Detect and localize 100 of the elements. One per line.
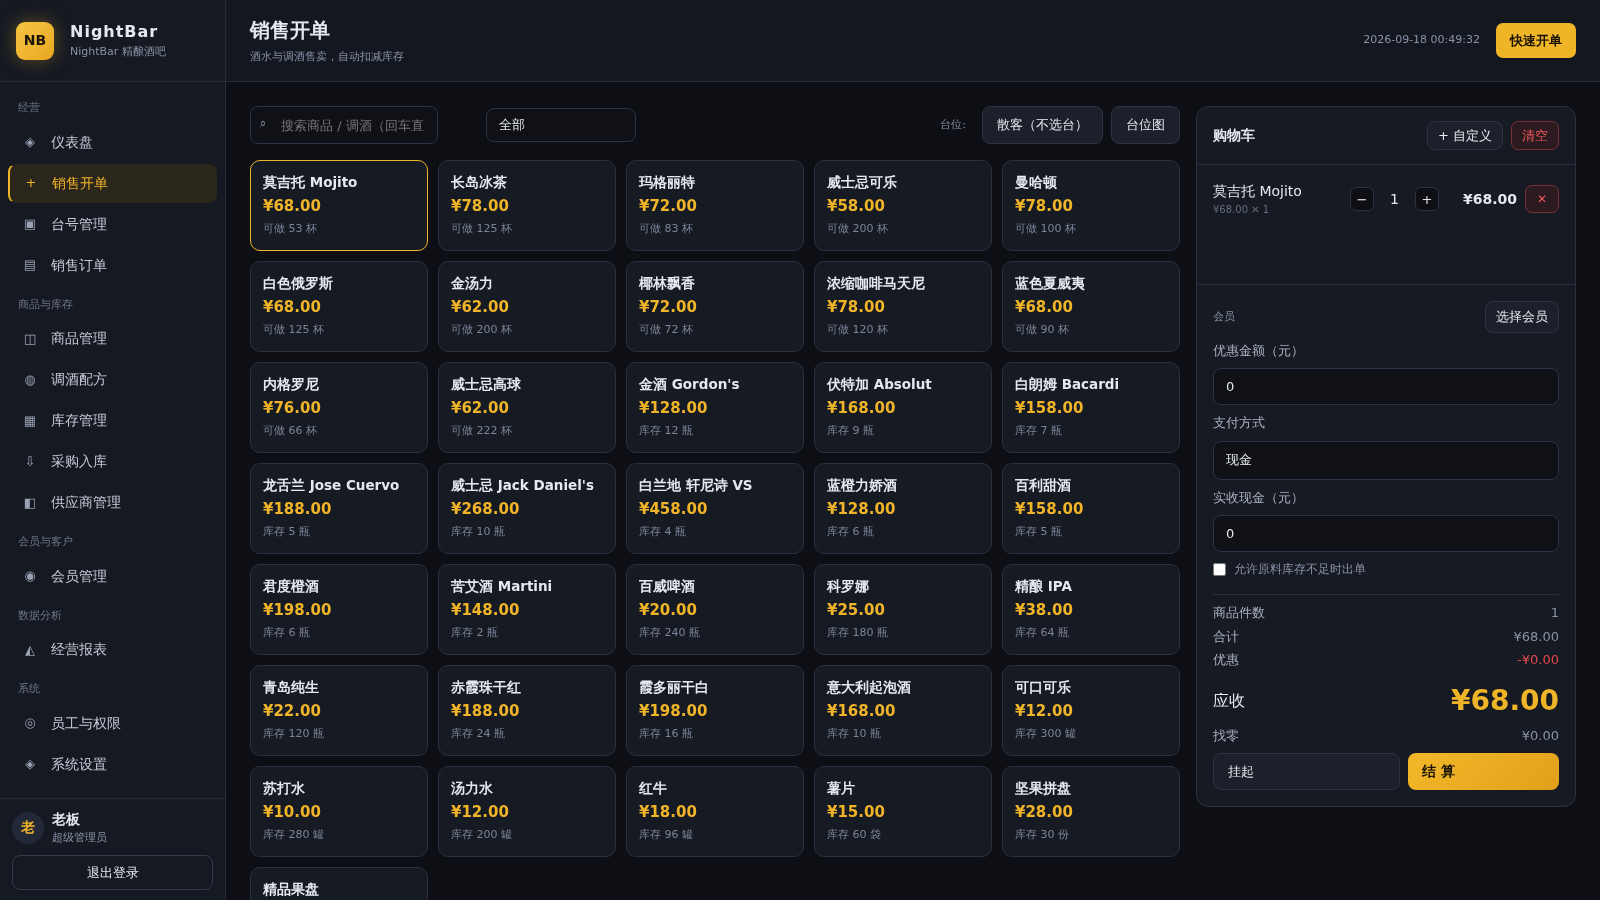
product-card[interactable]: 椰林飘香 ¥72.00 可做 72 杯 [626,261,804,352]
logout-button[interactable]: 退出登录 [12,854,213,890]
product-card[interactable]: 薯片 ¥15.00 库存 60 袋 [814,766,992,857]
sidebar-item[interactable]: ▣ 台号管理 [8,204,217,244]
product-name: 威士忌 Jack Daniel's [451,476,596,495]
product-card[interactable]: 玛格丽特 ¥72.00 可做 83 杯 [626,160,804,251]
table-label: 台位: [940,116,966,133]
product-price: ¥10.00 [263,802,322,824]
product-stock: 库存 16 瓶 [639,725,694,742]
sidebar-item[interactable]: ▤ 销售订单 [8,245,217,285]
product-price: ¥12.00 [451,802,510,824]
product-name: 意大利起泡酒 [827,678,912,697]
sidebar-item[interactable]: ◫ 商品管理 [8,319,217,358]
product-card[interactable]: 龙舌兰 Jose Cuervo ¥188.00 库存 5 瓶 [250,463,428,554]
cart-title: 购物车 [1213,126,1256,145]
product-card[interactable]: 金酒 Gordon's ¥128.00 库存 12 瓶 [626,362,804,453]
product-card[interactable]: 白色俄罗斯 ¥68.00 可做 125 杯 [250,261,428,352]
product-card[interactable]: 意大利起泡酒 ¥168.00 库存 10 瓶 [814,665,992,756]
product-card[interactable]: 威士忌可乐 ¥58.00 可做 200 杯 [814,160,992,251]
product-card[interactable]: 君度橙酒 ¥198.00 库存 6 瓶 [250,564,428,655]
product-name: 白兰地 轩尼诗 VS [639,476,754,495]
product-price: ¥25.00 [827,600,886,622]
table-select-button[interactable]: 散客（不选台） [982,106,1103,144]
product-card[interactable]: 曼哈顿 ¥78.00 可做 100 杯 [1002,160,1180,251]
product-price: ¥72.00 [639,196,698,218]
checkout-button[interactable]: 结 算 [1408,753,1559,790]
product-card[interactable]: 内格罗尼 ¥76.00 可做 66 杯 [250,362,428,453]
sidebar-item[interactable]: ◎ 员工与权限 [8,703,217,743]
sidebar-item[interactable]: ◈ 仪表盘 [8,122,217,162]
menu-icon: ▣ [23,214,37,234]
page-subtitle: 酒水与调酒售卖，自动扣减库存 [250,49,405,66]
quick-order-button[interactable]: 快速开单 [1496,22,1576,59]
custom-item-button[interactable]: + 自定义 [1426,120,1503,151]
product-price: ¥188.00 [451,701,521,723]
product-card[interactable]: 伏特加 Absolut ¥168.00 库存 9 瓶 [814,362,992,453]
product-card[interactable]: 精品果盘 [250,867,428,900]
product-card[interactable]: 苦艾酒 Martini ¥148.00 库存 2 瓶 [438,564,616,655]
product-stock: 库存 6 瓶 [827,523,875,540]
product-name: 苦艾酒 Martini [451,577,554,596]
product-card[interactable]: 威士忌高球 ¥62.00 可做 222 杯 [438,362,616,453]
remove-button[interactable]: ✕ [1525,185,1559,213]
product-price: ¥268.00 [451,499,521,521]
product-stock: 可做 120 杯 [827,321,889,338]
menu-icon: ◈ [23,132,37,152]
increase-button[interactable]: + [1414,187,1439,211]
product-card[interactable]: 浓缩咖啡马天尼 ¥78.00 可做 120 杯 [814,261,992,352]
product-name: 内格罗尼 [263,375,320,394]
product-card[interactable]: 青岛纯生 ¥22.00 库存 120 瓶 [250,665,428,756]
product-card[interactable]: 莫吉托 Mojito ¥68.00 可做 53 杯 [250,160,428,251]
sidebar-item[interactable]: + 销售开单 [8,163,217,203]
product-stock: 库存 240 瓶 [639,624,701,641]
product-card[interactable]: 精酿 IPA ¥38.00 库存 64 瓶 [1002,564,1180,655]
decrease-button[interactable]: − [1350,187,1375,211]
sidebar-item[interactable]: ◈ 系统设置 [8,744,217,784]
logo: NB [16,21,54,60]
sidebar-item[interactable]: ◉ 会员管理 [8,556,217,596]
product-name: 金汤力 [451,274,494,293]
discount-field[interactable]: 0 [1213,368,1559,405]
summary-label: 找零 [1213,726,1239,745]
product-price: ¥168.00 [827,398,897,420]
product-card[interactable]: 赤霞珠干红 ¥188.00 库存 24 瓶 [438,665,616,756]
product-price: ¥72.00 [639,297,698,319]
menu-icon: ◈ [23,754,37,774]
product-card[interactable]: 科罗娜 ¥25.00 库存 180 瓶 [814,564,992,655]
checkbox[interactable] [1213,562,1226,576]
product-card[interactable]: 百利甜酒 ¥158.00 库存 5 瓶 [1002,463,1180,554]
section-heading: 会员与客户 [17,534,74,550]
product-stock: 库存 96 罐 [639,826,694,843]
hold-button[interactable]: 挂起 [1213,753,1400,790]
product-price: ¥68.00 [263,196,322,218]
product-stock: 可做 125 杯 [263,321,325,338]
cash-field[interactable]: 0 [1213,515,1559,552]
summary-label: 优惠 [1213,651,1239,669]
product-card[interactable]: 威士忌 Jack Daniel's ¥268.00 库存 10 瓶 [438,463,616,554]
product-price: ¥68.00 [1015,297,1074,319]
product-card[interactable]: 白兰地 轩尼诗 VS ¥458.00 库存 4 瓶 [626,463,804,554]
product-card[interactable]: 红牛 ¥18.00 库存 96 罐 [626,766,804,857]
table-map-button[interactable]: 台位图 [1111,106,1180,144]
payment-select[interactable]: 现金 [1213,440,1559,480]
product-card[interactable]: 蓝色夏威夷 ¥68.00 可做 90 杯 [1002,261,1180,352]
category-select[interactable]: 全部 [486,108,636,142]
menu-icon: ▤ [23,255,37,275]
product-card[interactable]: 白朗姆 Bacardi ¥158.00 库存 7 瓶 [1002,362,1180,453]
product-name: 可口可乐 [1015,678,1072,697]
sidebar-item[interactable]: ◍ 调酒配方 [8,360,217,399]
sidebar-item[interactable]: ◭ 经营报表 [8,630,217,669]
product-card[interactable]: 坚果拼盘 ¥28.00 库存 30 份 [1002,766,1180,857]
product-card[interactable]: 百威啤酒 ¥20.00 库存 240 瓶 [626,564,804,655]
product-card[interactable]: 蓝橙力娇酒 ¥128.00 库存 6 瓶 [814,463,992,554]
product-card[interactable]: 汤力水 ¥12.00 库存 200 罐 [438,766,616,857]
select-member-button[interactable]: 选择会员 [1485,301,1559,333]
product-card[interactable]: 可口可乐 ¥12.00 库存 300 罐 [1002,665,1180,756]
product-card[interactable]: 金汤力 ¥62.00 可做 200 杯 [438,261,616,352]
product-card[interactable]: 长岛冰茶 ¥78.00 可做 125 杯 [438,160,616,251]
sidebar-item[interactable]: ⇩ 采购入库 [8,442,217,481]
product-card[interactable]: 苏打水 ¥10.00 库存 280 罐 [250,766,428,857]
clear-button[interactable]: 清空 [1511,120,1559,151]
sidebar-item[interactable]: ◧ 供应商管理 [8,483,217,522]
product-card[interactable]: 霞多丽干白 ¥198.00 库存 16 瓶 [626,665,804,756]
sidebar-item[interactable]: ▦ 库存管理 [8,401,217,440]
